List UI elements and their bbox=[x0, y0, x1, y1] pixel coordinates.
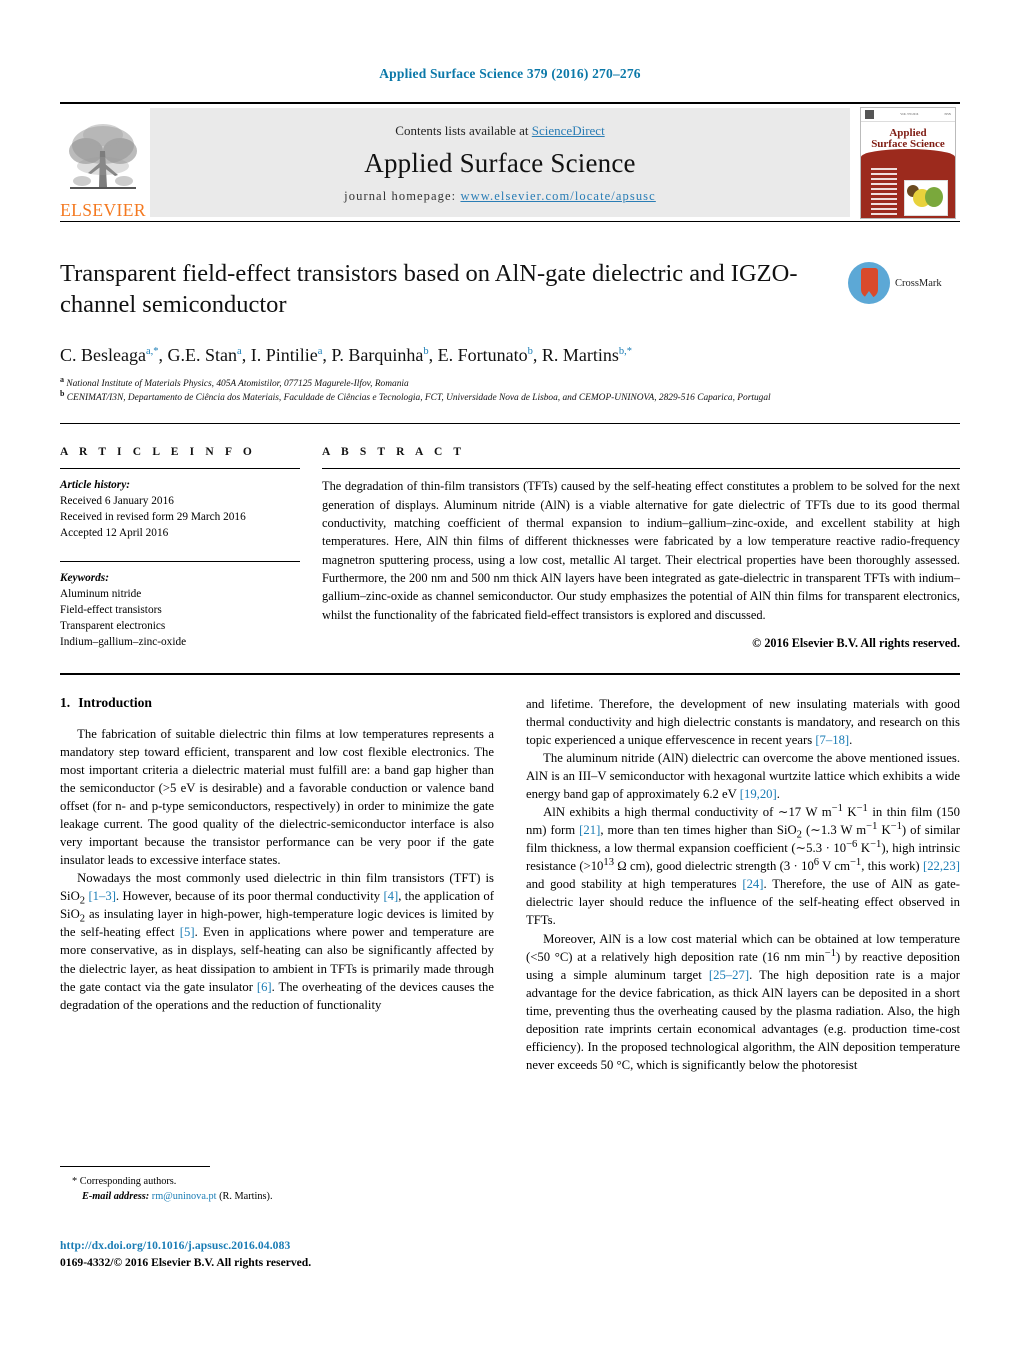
abstract-column: A B S T R A C T The degradation of thin-… bbox=[322, 446, 960, 651]
article-info-column: A R T I C L E I N F O Article history: R… bbox=[60, 446, 322, 651]
section-number: 1. bbox=[60, 695, 71, 711]
email-suffix: (R. Martins). bbox=[219, 1191, 273, 1203]
author-list: C. Besleagaa,*, G.E. Stana, I. Pintiliea… bbox=[60, 344, 633, 365]
keywords-block: Keywords: Aluminum nitride Field-effect … bbox=[60, 570, 300, 650]
history-item-1: Received in revised form 29 March 2016 bbox=[60, 511, 246, 524]
paragraph: and lifetime. Therefore, the development… bbox=[526, 697, 960, 748]
section-heading-introduction: 1. Introduction bbox=[60, 695, 494, 711]
paragraph: Moreover, AlN is a low cost material whi… bbox=[526, 931, 960, 1072]
title-area: Transparent field-effect transistors bas… bbox=[60, 258, 960, 321]
article-history-label: Article history: bbox=[60, 479, 130, 492]
paragraph: The aluminum nitride (AlN) dielectric ca… bbox=[526, 751, 960, 802]
title-left: Transparent field-effect transistors bas… bbox=[60, 258, 848, 321]
cover-header: VOL 379 2016 ISSN bbox=[861, 108, 955, 122]
keyword-1: Field-effect transistors bbox=[60, 604, 162, 617]
journal-homepage-line: journal homepage: www.elsevier.com/locat… bbox=[344, 189, 656, 204]
cover-lower-panel bbox=[865, 164, 951, 216]
keyword-2: Transparent electronics bbox=[60, 620, 166, 633]
doi-block: http://dx.doi.org/10.1016/j.apsusc.2016.… bbox=[60, 1236, 520, 1269]
contents-line: Contents lists available at ScienceDirec… bbox=[395, 123, 604, 139]
journal-cover-cell: VOL 379 2016 ISSN Applied Surface Scienc… bbox=[856, 104, 960, 221]
email-link[interactable]: rm@uninova.pt bbox=[152, 1191, 217, 1202]
crossmark-icon bbox=[848, 262, 890, 304]
article-history-block: Article history: Received 6 January 2016… bbox=[60, 477, 300, 541]
abstract-text: The degradation of thin-film transistors… bbox=[322, 479, 960, 622]
cover-issn-text: ISSN bbox=[944, 112, 951, 116]
elsevier-logo: ELSEVIER bbox=[60, 104, 146, 221]
history-item-0: Received 6 January 2016 bbox=[60, 495, 174, 508]
journal-banner: Contents lists available at ScienceDirec… bbox=[150, 108, 850, 217]
abstract-heading: A B S T R A C T bbox=[322, 446, 466, 459]
page-title: Transparent field-effect transistors bas… bbox=[60, 260, 798, 319]
crossmark-badge[interactable]: CrossMark bbox=[848, 258, 960, 304]
keywords-rule bbox=[60, 561, 300, 563]
body-columns: 1. Introduction The fabrication of suitab… bbox=[60, 695, 960, 1074]
info-abstract-area: A R T I C L E I N F O Article history: R… bbox=[60, 446, 960, 651]
cover-figure-thumbnail bbox=[904, 179, 948, 216]
corresponding-author-note: * Corresponding authors. bbox=[72, 1176, 177, 1187]
cover-toc-lines bbox=[871, 167, 897, 218]
homepage-prefix: journal homepage: bbox=[344, 189, 461, 204]
abstract-rule bbox=[322, 468, 960, 470]
contents-prefix: Contents lists available at bbox=[395, 122, 532, 138]
crossmark-label: CrossMark bbox=[895, 277, 942, 289]
journal-masthead: ELSEVIER Contents lists available at Sci… bbox=[60, 102, 960, 222]
journal-title: Applied Surface Science bbox=[364, 148, 636, 179]
keywords-label: Keywords: bbox=[60, 572, 109, 585]
elsevier-wordmark: ELSEVIER bbox=[60, 199, 146, 220]
cover-publisher-mark-icon bbox=[865, 109, 874, 119]
email-note: E-mail address: rm@uninova.pt (R. Martin… bbox=[60, 1189, 500, 1204]
paragraph: Nowadays the most commonly used dielectr… bbox=[60, 871, 494, 1012]
body-column-left: 1. Introduction The fabrication of suitab… bbox=[60, 695, 494, 1074]
footnote-rule bbox=[60, 1166, 210, 1167]
cover-title-line1: Applied bbox=[889, 126, 927, 139]
keyword-3: Indium–gallium–zinc-oxide bbox=[60, 636, 187, 649]
affiliation-b-text: CENIMAT/I3N, Departamento de Ciência dos… bbox=[66, 393, 771, 404]
divider-above-info bbox=[60, 423, 960, 425]
paper-page: Applied Surface Science 379 (2016) 270–2… bbox=[0, 0, 1020, 1351]
article-info-heading: A R T I C L E I N F O bbox=[60, 446, 256, 459]
section-title: Introduction bbox=[78, 695, 152, 711]
cover-figure-blob-green bbox=[925, 186, 943, 207]
affiliation-b: b CENIMAT/I3N, Departamento de Ciência d… bbox=[60, 389, 771, 404]
running-head: Applied Surface Science 379 (2016) 270–2… bbox=[379, 66, 641, 81]
keyword-0: Aluminum nitride bbox=[60, 588, 142, 601]
affiliation-a: a National Institute of Materials Physic… bbox=[60, 374, 409, 390]
body-column-right: and lifetime. Therefore, the development… bbox=[526, 695, 960, 1074]
abstract-copyright: © 2016 Elsevier B.V. All rights reserved… bbox=[752, 636, 960, 651]
issn-copyright: 0169-4332/© 2016 Elsevier B.V. All right… bbox=[60, 1256, 312, 1269]
paragraph: The fabrication of suitable dielectric t… bbox=[60, 727, 494, 868]
cover-issue-text: VOL 379 2016 bbox=[900, 112, 919, 116]
paragraph: AlN exhibits a high thermal conductivity… bbox=[526, 803, 960, 928]
journal-cover-image: VOL 379 2016 ISSN Applied Surface Scienc… bbox=[860, 106, 956, 219]
divider-above-body bbox=[60, 673, 960, 676]
history-item-2: Accepted 12 April 2016 bbox=[60, 527, 169, 540]
affiliations: a National Institute of Materials Physic… bbox=[60, 374, 960, 405]
sciencedirect-link[interactable]: ScienceDirect bbox=[532, 123, 605, 138]
affiliation-a-text: National Institute of Materials Physics,… bbox=[66, 379, 409, 390]
article-info-rule bbox=[60, 468, 300, 470]
footnote-block: * Corresponding authors. E-mail address:… bbox=[60, 1166, 500, 1205]
email-label: E-mail address: bbox=[82, 1191, 150, 1203]
journal-homepage-link[interactable]: www.elsevier.com/locate/apsusc bbox=[460, 189, 655, 203]
cover-title: Applied Surface Science bbox=[861, 126, 955, 151]
elsevier-tree-icon bbox=[69, 123, 137, 189]
doi-link[interactable]: http://dx.doi.org/10.1016/j.apsusc.2016.… bbox=[60, 1239, 290, 1252]
